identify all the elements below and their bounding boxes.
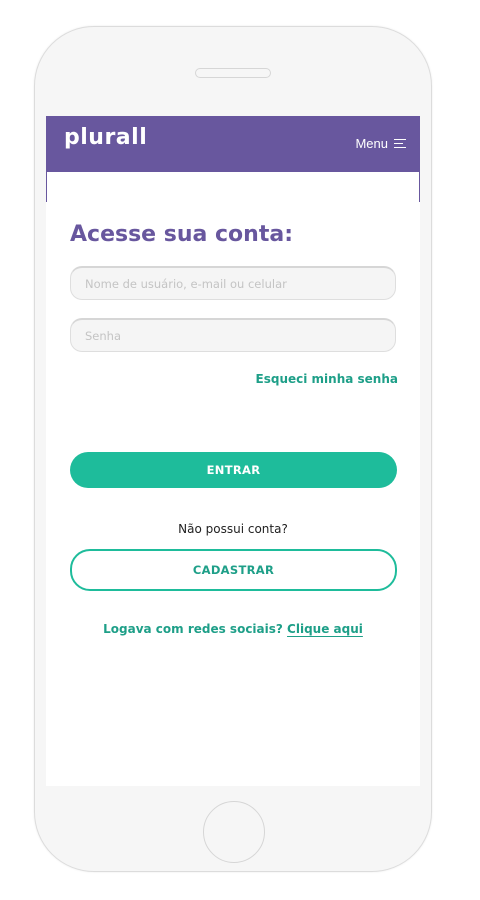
logo[interactable]: plurall [64,125,147,150]
header-edge-left [46,172,47,202]
register-button[interactable]: CADASTRAR [70,549,397,591]
social-login-row: Logava com redes sociais? Clique aqui [46,622,420,636]
page-title: Acesse sua conta: [70,222,293,247]
menu-label: Menu [355,136,388,151]
password-input[interactable] [70,318,396,352]
forgot-password-link[interactable]: Esqueci minha senha [256,372,398,386]
login-button[interactable]: ENTRAR [70,452,397,488]
hamburger-icon [394,138,406,149]
social-login-link[interactable]: Clique aqui [287,622,363,636]
no-account-text: Não possui conta? [178,522,288,536]
home-button[interactable] [203,801,265,863]
speaker-icon [195,68,271,78]
app-header: plurall Menu [46,116,420,172]
stage: plurall Menu Acesse sua conta: Esqueci m… [0,0,480,900]
header-edge-right [419,172,420,202]
social-login-text: Logava com redes sociais? [103,622,288,636]
menu-button[interactable]: Menu [355,136,406,151]
username-input[interactable] [70,266,396,300]
screen: plurall Menu Acesse sua conta: Esqueci m… [46,116,420,786]
